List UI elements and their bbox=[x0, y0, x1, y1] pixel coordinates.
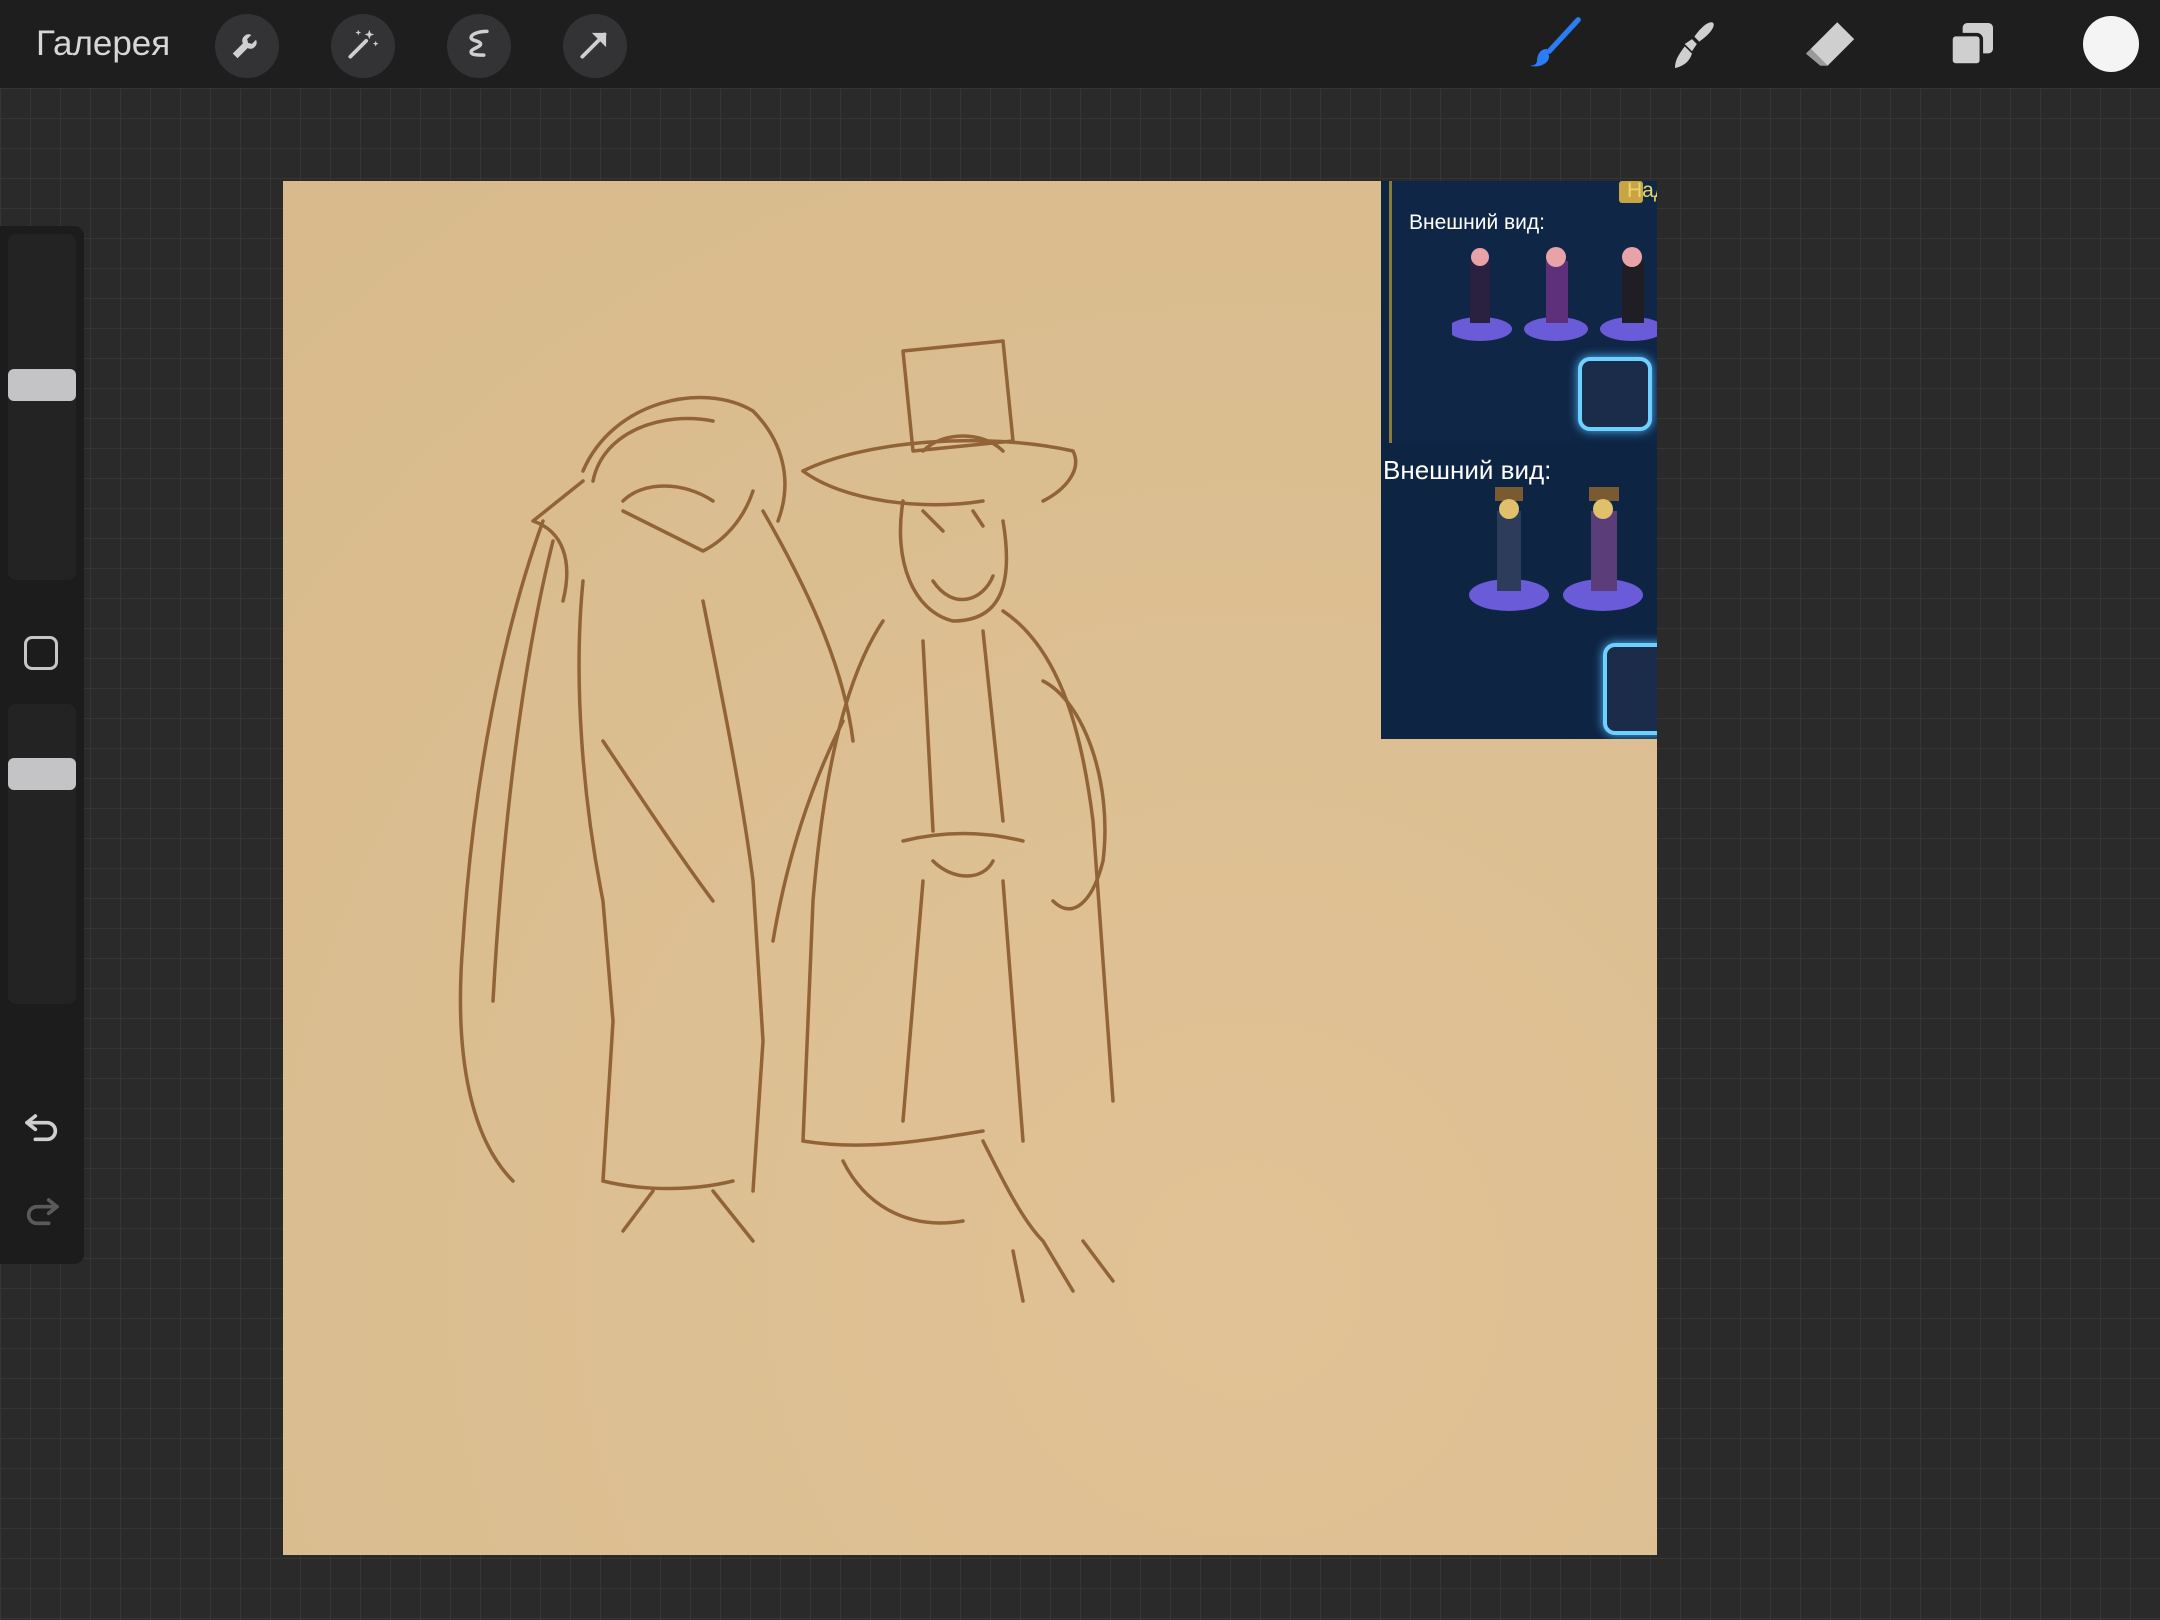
brush-tool-button[interactable] bbox=[1522, 14, 1586, 78]
redo-button[interactable] bbox=[18, 1188, 66, 1236]
brush-size-slider[interactable] bbox=[8, 234, 76, 580]
wrench-icon bbox=[228, 25, 266, 68]
appearance-label: Внешний вид: bbox=[1409, 211, 1545, 234]
left-sidebar bbox=[0, 226, 84, 1264]
layers-icon bbox=[1944, 16, 2000, 77]
equipment-slot-2 bbox=[1603, 643, 1657, 735]
undo-button[interactable] bbox=[18, 1104, 66, 1152]
layers-button[interactable] bbox=[1940, 14, 2004, 78]
gallery-button[interactable]: Галерея bbox=[36, 22, 170, 66]
opacity-slider[interactable] bbox=[8, 704, 76, 1004]
magic-wand-icon bbox=[344, 25, 382, 68]
smudge-icon bbox=[1663, 15, 1721, 78]
undo-icon bbox=[22, 1106, 62, 1151]
equipment-slot bbox=[1578, 357, 1652, 431]
smudge-tool-button[interactable] bbox=[1660, 14, 1724, 78]
reference-image: Надевание Внешний вид: ку Внешний вид: bbox=[1381, 181, 1657, 739]
color-picker-button[interactable] bbox=[2083, 16, 2139, 72]
drawing-canvas[interactable]: Надевание Внешний вид: ку Внешний вид: bbox=[283, 181, 1657, 1555]
equip-label: Надевание bbox=[1627, 181, 1657, 202]
eraser-icon bbox=[1801, 15, 1859, 78]
adjustments-button[interactable] bbox=[331, 14, 395, 78]
eraser-tool-button[interactable] bbox=[1798, 14, 1862, 78]
plague-doctor-sprites-row bbox=[1469, 487, 1643, 611]
brush-icon bbox=[1525, 15, 1583, 78]
transform-button[interactable] bbox=[563, 14, 627, 78]
actions-button[interactable] bbox=[215, 14, 279, 78]
modify-button[interactable] bbox=[24, 636, 58, 670]
selection-icon bbox=[460, 25, 498, 68]
opacity-handle[interactable] bbox=[8, 758, 76, 790]
top-toolbar: Галерея bbox=[0, 0, 2160, 88]
transform-arrow-icon bbox=[576, 25, 614, 68]
character-sprites-row bbox=[1452, 247, 1657, 341]
brush-size-handle[interactable] bbox=[8, 369, 76, 401]
redo-icon bbox=[22, 1190, 62, 1235]
equip-panel: Надевание Внешний вид: bbox=[1389, 181, 1657, 443]
selection-button[interactable] bbox=[447, 14, 511, 78]
